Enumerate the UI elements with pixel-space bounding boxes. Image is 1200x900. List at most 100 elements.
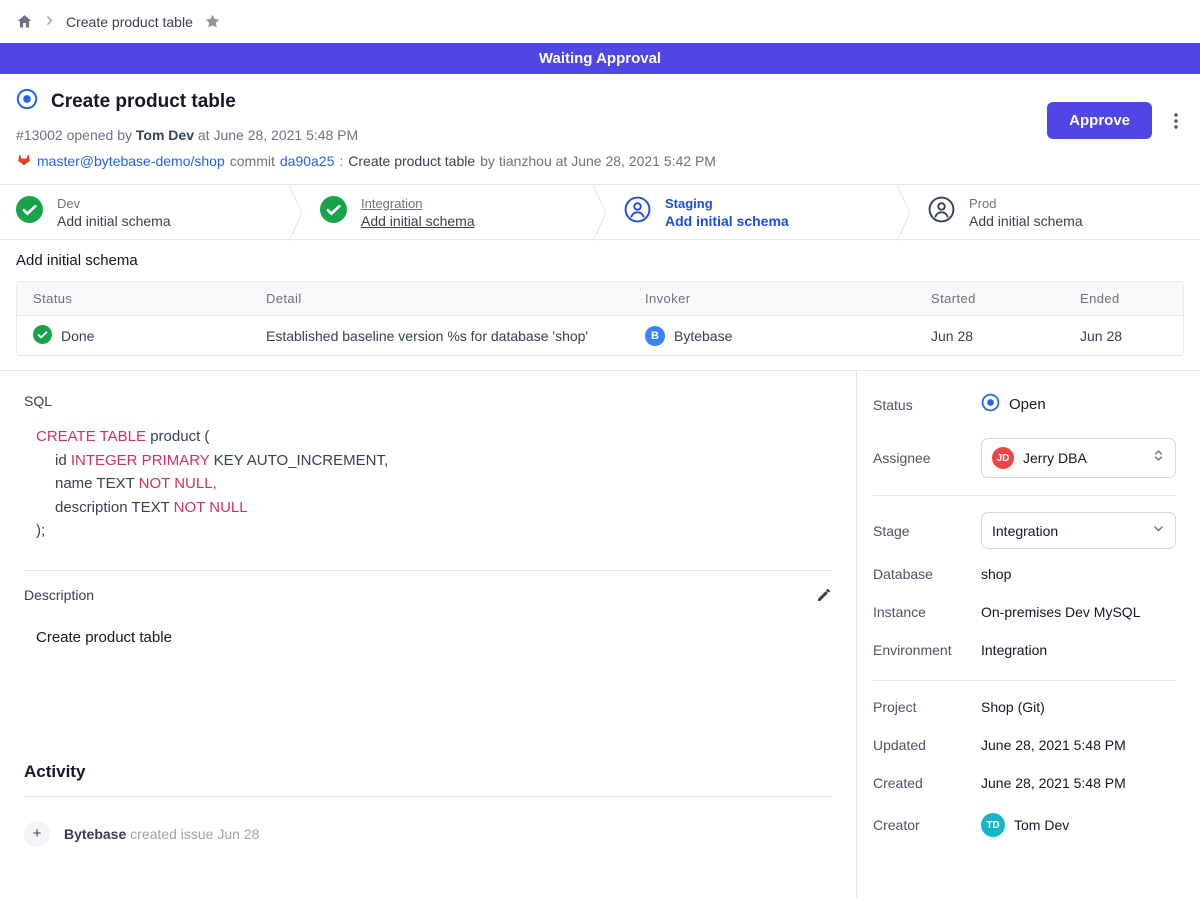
vcs-colon: : — [339, 153, 343, 169]
updown-chevron-icon — [1152, 448, 1165, 468]
issue-author: Tom Dev — [136, 127, 194, 143]
sidebar-project-label: Project — [873, 699, 981, 715]
stage-pending-approval-icon — [624, 196, 651, 228]
pipeline-stage-prod[interactable]: Prod Add initial schema — [912, 185, 1200, 239]
task-started-date: Jun 28 — [915, 328, 1064, 344]
stage-value: Integration — [992, 523, 1143, 539]
stage-separator — [592, 185, 608, 241]
main-panel: SQL CREATE TABLE product ( id INTEGER PR… — [0, 371, 857, 898]
assignee-select[interactable]: JD Jerry DBA — [981, 438, 1176, 478]
stage-env-label: Staging — [665, 196, 789, 211]
sidebar-created-label: Created — [873, 775, 981, 791]
activity-action: created issue Jun 28 — [130, 826, 259, 842]
sidebar-updated-label: Updated — [873, 737, 981, 753]
status-banner-text: Waiting Approval — [539, 50, 661, 67]
invoker-name: Bytebase — [674, 328, 732, 344]
stage-task-label: Add initial schema — [665, 213, 789, 229]
issue-sidebar: Status Open Assignee JD Jerry DBA Stage — [857, 371, 1200, 898]
column-header-detail: Detail — [250, 291, 629, 306]
sidebar-instance-label: Instance — [873, 604, 981, 620]
section-divider — [24, 570, 832, 571]
task-done-check-icon — [33, 325, 52, 347]
task-row[interactable]: Done Established baseline version %s for… — [17, 316, 1183, 355]
pipeline-stage-dev[interactable]: Dev Add initial schema — [0, 185, 288, 239]
activity-title: Activity — [24, 762, 832, 782]
stage-task-label: Add initial schema — [57, 213, 171, 229]
stage-pending-icon — [928, 196, 955, 228]
assignee-avatar: JD — [992, 447, 1014, 469]
sql-line: description TEXT NOT NULL — [36, 496, 832, 520]
favorite-star-icon[interactable] — [204, 13, 221, 30]
stage-separator — [288, 185, 304, 241]
sql-line: CREATE TABLE product ( — [36, 425, 832, 449]
stage-task-label: Add initial schema — [361, 213, 475, 229]
sidebar-creator-label: Creator — [873, 817, 981, 833]
edit-pencil-icon[interactable] — [816, 587, 832, 603]
sql-line: ); — [36, 519, 832, 543]
issue-number: #13002 opened by — [16, 127, 132, 143]
activity-item: + Bytebase created issue Jun 28 — [24, 821, 832, 847]
sidebar-environment-label: Environment — [873, 642, 981, 658]
description-label: Description — [24, 587, 94, 603]
sidebar-environment-value: Integration — [981, 642, 1047, 658]
activity-actor: Bytebase — [64, 826, 126, 842]
sidebar-divider — [873, 680, 1176, 681]
stage-select[interactable]: Integration — [981, 512, 1176, 549]
status-banner: Waiting Approval — [0, 43, 1200, 74]
stage-done-check-icon — [16, 196, 43, 228]
home-icon[interactable] — [16, 13, 33, 30]
sidebar-database-value: shop — [981, 566, 1011, 582]
kebab-menu-icon[interactable] — [1168, 112, 1184, 130]
vcs-commit-word: commit — [230, 153, 275, 169]
issue-meta: #13002 opened by Tom Dev at June 28, 202… — [16, 127, 1184, 143]
assignee-value: Jerry DBA — [1023, 450, 1143, 466]
sidebar-created-value: June 28, 2021 5:48 PM — [981, 775, 1126, 791]
sidebar-database-label: Database — [873, 566, 981, 582]
pipeline: Dev Add initial schema Integration Add i… — [0, 184, 1200, 240]
task-table-header: Status Detail Invoker Started Ended — [17, 282, 1183, 316]
task-detail-text: Established baseline version %s for data… — [250, 328, 629, 344]
description-text: Create product table — [36, 629, 832, 646]
invoker-avatar: B — [645, 326, 665, 346]
pipeline-stage-integration[interactable]: Integration Add initial schema — [304, 185, 592, 239]
gitlab-icon — [16, 151, 32, 170]
task-table: Status Detail Invoker Started Ended Done… — [16, 281, 1184, 356]
chevron-right-icon — [44, 13, 55, 31]
sidebar-project-value: Shop (Git) — [981, 699, 1045, 715]
stage-env-label: Integration — [361, 196, 475, 211]
sql-line: id INTEGER PRIMARY KEY AUTO_INCREMENT, — [36, 449, 832, 473]
activity-divider — [24, 796, 832, 797]
activity-text: Bytebase created issue Jun 28 — [64, 826, 259, 842]
issue-open-time: at June 28, 2021 5:48 PM — [198, 127, 358, 143]
vcs-byline: by tianzhou at June 28, 2021 5:42 PM — [480, 153, 716, 169]
vcs-commit-hash-link[interactable]: da90a25 — [280, 153, 335, 169]
sidebar-divider — [873, 495, 1176, 496]
sql-section-label: SQL — [24, 393, 832, 409]
sidebar-assignee-label: Assignee — [873, 450, 981, 466]
vcs-commit-line: master@bytebase-demo/shop commit da90a25… — [16, 151, 1184, 170]
status-open-icon — [981, 393, 1000, 416]
task-status-text: Done — [61, 328, 94, 344]
stage-separator — [896, 185, 912, 241]
pipeline-stage-staging[interactable]: Staging Add initial schema — [608, 185, 896, 239]
vcs-branch-link[interactable]: master@bytebase-demo/shop — [37, 153, 225, 169]
column-header-invoker: Invoker — [629, 291, 915, 306]
sidebar-status-value: Open — [1009, 396, 1046, 413]
issue-title: Create product table — [51, 91, 236, 113]
activity-plus-icon: + — [24, 821, 50, 847]
issue-header: Create product table #13002 opened by To… — [0, 74, 1200, 184]
stage-env-label: Dev — [57, 196, 171, 211]
sidebar-stage-label: Stage — [873, 523, 981, 539]
breadcrumb: Create product table — [0, 0, 1200, 43]
issue-open-icon — [16, 88, 38, 115]
sidebar-instance-value: On-premises Dev MySQL — [981, 604, 1140, 620]
column-header-status: Status — [17, 291, 250, 306]
breadcrumb-page[interactable]: Create product table — [66, 14, 193, 30]
creator-avatar: TD — [981, 813, 1005, 837]
stage-env-label: Prod — [969, 196, 1083, 211]
sidebar-creator-value: Tom Dev — [1014, 817, 1069, 833]
vcs-commit-message: Create product table — [348, 153, 475, 169]
chevron-down-icon — [1152, 522, 1165, 540]
approve-button[interactable]: Approve — [1047, 102, 1152, 139]
sidebar-status-label: Status — [873, 397, 981, 413]
